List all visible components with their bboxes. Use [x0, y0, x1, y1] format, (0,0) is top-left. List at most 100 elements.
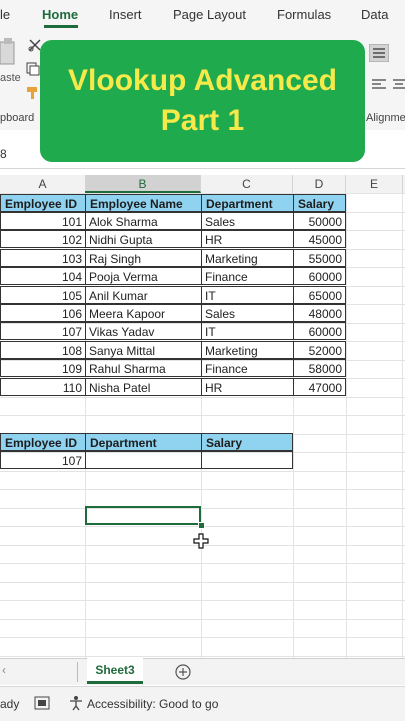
cell-employee-id[interactable]: 108: [0, 340, 86, 359]
grid-row-line: [0, 470, 405, 472]
align-center-icon[interactable]: [392, 78, 405, 92]
clipboard-group-label: pboard: [0, 112, 35, 124]
tab-page-layout[interactable]: Page Layout: [173, 7, 246, 22]
cell-salary[interactable]: 48000: [293, 304, 346, 322]
grid-row-line: [0, 563, 405, 564]
header-salary[interactable]: Salary: [293, 194, 346, 212]
align-left-icon[interactable]: [371, 78, 387, 92]
grid-row-line: [0, 415, 405, 416]
cell-department[interactable]: Marketing: [201, 248, 294, 267]
fill-handle[interactable]: [198, 522, 205, 529]
tab-formulas[interactable]: Formulas: [277, 7, 331, 22]
column-headers: A B C D E: [0, 175, 405, 194]
cell-department[interactable]: Marketing: [201, 340, 294, 359]
accessibility-icon[interactable]: [68, 695, 84, 711]
header-employee-id[interactable]: Employee ID: [0, 194, 86, 212]
cell-employee-name[interactable]: Anil Kumar: [85, 285, 202, 304]
grid-row-line: [0, 581, 405, 583]
grid-row-line: [0, 600, 405, 601]
cell-department[interactable]: HR: [201, 230, 294, 249]
lookup-salary-cell[interactable]: [201, 451, 293, 469]
scroll-left-icon[interactable]: ‹: [2, 663, 6, 677]
cell-employee-name[interactable]: Sanya Mittal: [85, 340, 202, 359]
grid-row-line: [0, 655, 405, 657]
lookup-header-department[interactable]: Department: [85, 433, 202, 451]
accessibility-status[interactable]: Accessibility: Good to go: [87, 697, 218, 711]
copy-icon[interactable]: [26, 62, 40, 76]
cell-salary[interactable]: 52000: [293, 340, 346, 359]
title-banner: Vlookup Advanced Part 1: [40, 40, 365, 162]
banner-title-line1: Vlookup Advanced: [68, 64, 337, 97]
alignment-group-label: Alignme: [366, 112, 405, 124]
lookup-department-cell[interactable]: [85, 451, 202, 469]
column-header-a[interactable]: A: [0, 175, 86, 193]
cell-employee-id[interactable]: 106: [0, 304, 86, 322]
macro-record-icon[interactable]: [34, 696, 50, 710]
banner-title-line2: Part 1: [160, 104, 245, 137]
cell-employee-name[interactable]: Vikas Yadav: [85, 322, 202, 341]
cell-salary[interactable]: 60000: [293, 322, 346, 341]
active-tab-underline: [44, 25, 78, 28]
cell-department[interactable]: Finance: [201, 359, 294, 378]
cell-department[interactable]: IT: [201, 322, 294, 341]
cell-employee-id[interactable]: 104: [0, 267, 86, 286]
lookup-employee-id-cell[interactable]: 107: [0, 451, 86, 469]
sheet-tab-sheet3[interactable]: Sheet3: [87, 658, 143, 684]
cell-employee-name[interactable]: Pooja Verma: [85, 267, 202, 286]
tab-home[interactable]: Home: [42, 7, 78, 22]
cell-department[interactable]: Sales: [201, 212, 294, 230]
name-box[interactable]: 8: [0, 147, 7, 161]
header-department[interactable]: Department: [201, 194, 294, 212]
lookup-header-employee-id[interactable]: Employee ID: [0, 433, 86, 451]
lookup-header-salary[interactable]: Salary: [201, 433, 293, 451]
tab-file[interactable]: le: [0, 7, 10, 22]
tab-divider: [77, 662, 78, 682]
column-header-c[interactable]: C: [201, 175, 293, 193]
format-painter-icon[interactable]: [26, 86, 40, 100]
grid-row-line: [0, 489, 405, 490]
cell-cursor-icon: [193, 533, 209, 549]
grid-row-line: [0, 396, 405, 398]
cell-department[interactable]: HR: [201, 377, 294, 396]
cell-employee-id[interactable]: 107: [0, 322, 86, 341]
cell-employee-name[interactable]: Meera Kapoor: [85, 304, 202, 322]
cell-employee-id[interactable]: 102: [0, 230, 86, 249]
active-cell-selection[interactable]: [85, 506, 201, 525]
cell-department[interactable]: Sales: [201, 304, 294, 322]
tab-insert[interactable]: Insert: [109, 7, 142, 22]
column-header-d[interactable]: D: [293, 175, 346, 193]
column-header-b[interactable]: B: [85, 175, 201, 193]
grid-row-line: [0, 618, 405, 620]
cell-employee-id[interactable]: 105: [0, 285, 86, 304]
cell-employee-id[interactable]: 103: [0, 248, 86, 267]
header-employee-name[interactable]: Employee Name: [85, 194, 202, 212]
cell-employee-name[interactable]: Alok Sharma: [85, 212, 202, 230]
cell-department[interactable]: IT: [201, 285, 294, 304]
status-ready: ady: [0, 697, 20, 711]
grid-row-line: [0, 507, 405, 509]
cell-salary[interactable]: 50000: [293, 212, 346, 230]
cell-salary[interactable]: 55000: [293, 248, 346, 267]
cell-employee-id[interactable]: 109: [0, 359, 86, 378]
paste-icon[interactable]: [0, 38, 20, 68]
add-sheet-icon[interactable]: [175, 664, 191, 680]
cell-department[interactable]: Finance: [201, 267, 294, 286]
column-header-e[interactable]: E: [346, 175, 403, 193]
grid-column-line: [402, 193, 403, 660]
cell-employee-name[interactable]: Nisha Patel: [85, 377, 202, 396]
cell-salary[interactable]: 65000: [293, 285, 346, 304]
cell-employee-name[interactable]: Rahul Sharma: [85, 359, 202, 378]
cell-employee-id[interactable]: 101: [0, 212, 86, 230]
status-bar: ady Accessibility: Good to go: [0, 686, 405, 721]
tab-data[interactable]: Data: [361, 7, 388, 22]
cell-employee-name[interactable]: Raj Singh: [85, 248, 202, 267]
grid-column-line: [346, 193, 347, 660]
align-top-icon[interactable]: [369, 44, 389, 62]
grid-row-line: [0, 637, 405, 638]
cell-salary[interactable]: 60000: [293, 267, 346, 286]
cell-employee-id[interactable]: 110: [0, 377, 86, 396]
cell-salary[interactable]: 47000: [293, 377, 346, 396]
cell-employee-name[interactable]: Nidhi Gupta: [85, 230, 202, 249]
cell-salary[interactable]: 45000: [293, 230, 346, 249]
cell-salary[interactable]: 58000: [293, 359, 346, 378]
